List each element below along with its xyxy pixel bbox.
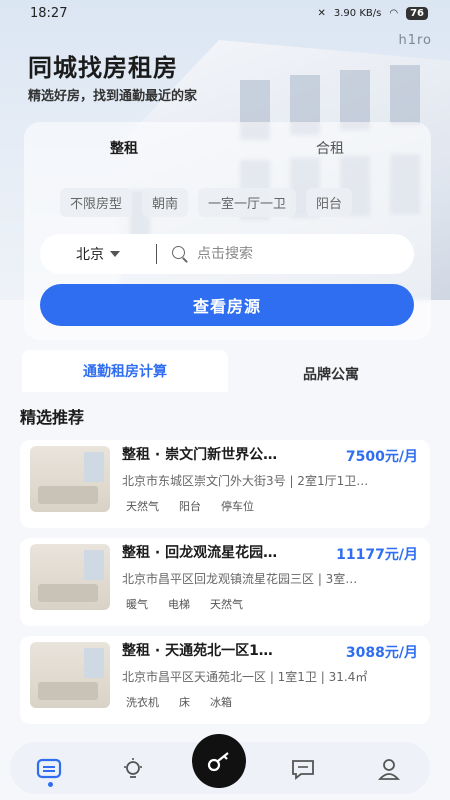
section-tabs: 通勤租房计算 品牌公寓 — [22, 350, 430, 392]
city-label: 北京 — [76, 247, 104, 263]
listing-tag: 天然气 — [126, 500, 159, 513]
tab-brand-apartments[interactable]: 品牌公寓 — [232, 356, 430, 392]
battery-indicator: 76 — [406, 6, 428, 20]
chip-any-type[interactable]: 不限房型 — [60, 188, 133, 217]
filter-chips: 不限房型 朝南 一室一厅一卫 阳台 — [60, 188, 353, 217]
listing-tag: 天然气 — [210, 598, 243, 611]
search-card: 整租 合租 不限房型 朝南 一室一厅一卫 阳台 北京 查看房源 — [24, 122, 431, 340]
listing-card[interactable]: 整租 · 天通苑北一区1… 3088元/月 北京市昌平区天通苑北一区 | 1室1… — [20, 636, 430, 724]
status-bar: 18:27 ✕ 3.90 KB/s ◠ 76 — [0, 0, 450, 26]
nav-discover[interactable] — [118, 754, 148, 784]
bottom-nav — [10, 734, 430, 794]
view-listings-button[interactable]: 查看房源 — [40, 284, 414, 326]
listing-photo — [30, 642, 110, 708]
listing-title: 整租 · 回龙观流星花园… — [122, 545, 278, 561]
brand-watermark: h1ro — [398, 33, 432, 48]
search-icon — [171, 245, 189, 263]
listing-tag: 冰箱 — [210, 696, 232, 709]
listing-address: 北京市东城区崇文门外大街3号 | 2室1厅1卫… — [122, 474, 369, 488]
nav-home[interactable] — [34, 754, 64, 784]
network-speed: 3.90 KB/s — [333, 7, 382, 19]
nav-key[interactable] — [192, 734, 246, 788]
listing-tag: 电梯 — [168, 598, 190, 611]
listing-price: 11177元/月 — [336, 547, 418, 563]
divider — [156, 244, 157, 264]
message-icon — [292, 760, 314, 780]
profile-icon — [377, 759, 401, 780]
chip-balcony[interactable]: 阳台 — [306, 188, 353, 217]
rent-type-tabs: 整租 合租 — [24, 122, 431, 178]
chevron-down-icon — [110, 251, 120, 257]
nav-messages[interactable] — [288, 754, 318, 784]
city-selector[interactable]: 北京 — [40, 244, 156, 264]
listing-tag: 洗衣机 — [126, 696, 159, 709]
listing-tags: 洗衣机 床 冰箱 — [126, 694, 232, 710]
listing-address: 北京市昌平区天通苑北一区 | 1室1卫 | 31.4㎡ — [122, 670, 368, 684]
listing-tags: 天然气 阳台 停车位 — [126, 498, 254, 514]
search-input[interactable] — [197, 246, 397, 262]
bulb-icon — [124, 758, 142, 778]
tab-commute-calc[interactable]: 通勤租房计算 — [22, 350, 228, 392]
listing-tag: 暖气 — [126, 598, 148, 611]
status-time: 18:27 — [30, 5, 68, 21]
listing-card[interactable]: 整租 · 回龙观流星花园… 11177元/月 北京市昌平区回龙观镇流星花园三区 … — [20, 538, 430, 626]
listing-price: 3088元/月 — [345, 645, 418, 661]
listing-price: 7500元/月 — [345, 449, 418, 465]
section-title: 精选推荐 — [20, 408, 85, 427]
active-indicator — [48, 782, 53, 787]
key-icon — [207, 752, 229, 772]
listing-card[interactable]: 整租 · 崇文门新世界公… 7500元/月 北京市东城区崇文门外大街3号 | 2… — [20, 440, 430, 528]
nav-profile[interactable] — [374, 754, 404, 784]
tab-whole-rent[interactable]: 整租 — [110, 138, 138, 158]
listing-tags: 暖气 电梯 天然气 — [126, 596, 243, 612]
page-subtitle: 精选好房，找到通勤最近的家 — [28, 89, 198, 104]
wifi-icon: ◠ — [389, 7, 399, 19]
listing-tag: 床 — [179, 696, 190, 709]
listing-title: 整租 · 崇文门新世界公… — [122, 447, 278, 463]
page-title: 同城找房租房 — [28, 54, 178, 82]
listing-photo — [30, 446, 110, 512]
listing-address: 北京市昌平区回龙观镇流星花园三区 | 3室… — [122, 572, 358, 586]
chip-south-facing[interactable]: 朝南 — [142, 188, 189, 217]
search-bar: 北京 — [40, 234, 414, 274]
listing-photo — [30, 544, 110, 610]
listing-tag: 停车位 — [221, 500, 254, 513]
tab-shared-rent[interactable]: 合租 — [316, 138, 344, 158]
listing-tag: 阳台 — [179, 500, 201, 513]
chip-one-bedroom[interactable]: 一室一厅一卫 — [198, 188, 297, 217]
mute-icon: ✕ — [317, 7, 326, 19]
home-icon — [36, 758, 62, 779]
listing-title: 整租 · 天通苑北一区1… — [122, 643, 273, 659]
